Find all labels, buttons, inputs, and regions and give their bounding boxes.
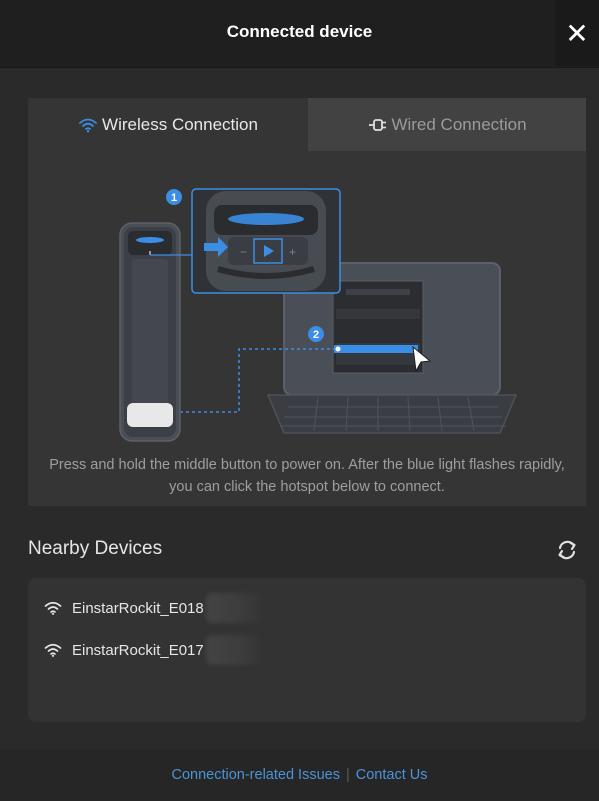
nearby-devices-title: Nearby Devices (28, 538, 163, 559)
dialog-title: Connected device (226, 22, 373, 41)
plug-icon (367, 118, 387, 132)
contact-us-link[interactable]: Contact Us (356, 767, 428, 783)
tab-wired-connection[interactable]: Wired Connection (308, 98, 586, 151)
connection-tabs: Wireless Connection Wired Connection (28, 98, 586, 151)
connection-hint: Press and hold the middle button to powe… (49, 457, 565, 495)
step-1-text: 1 (171, 192, 177, 204)
connected-device-dialog: Connected device ✕ Wireless Connection W… (0, 0, 599, 801)
svg-text:−: − (240, 245, 247, 259)
list-item[interactable]: EinstarRockit_E018 (28, 588, 586, 628)
list-item[interactable]: EinstarRockit_E017 (28, 630, 586, 670)
connection-illustration: 2 − + 1 (28, 151, 586, 451)
redacted-suffix (205, 593, 262, 623)
step-2-badge: 2 (308, 326, 324, 342)
device-name: EinstarRockit_E018 (72, 599, 204, 617)
wifi-icon (44, 601, 62, 615)
tab-wireless-label: Wireless Connection (102, 114, 258, 134)
scanner-device (119, 222, 181, 442)
nearby-device-list: EinstarRockit_E018 EinstarRockit_E017 (28, 578, 586, 722)
svg-text:+: + (289, 245, 296, 259)
wifi-icon (78, 117, 98, 133)
zoom-callout: − + (191, 188, 341, 294)
connection-issues-link[interactable]: Connection-related Issues (172, 767, 340, 783)
step-2-text: 2 (313, 329, 319, 341)
title-bar: Connected device ✕ (0, 0, 599, 68)
hotspot-bar (334, 345, 418, 353)
connection-guide-card: Wireless Connection Wired Connection 2 −… (28, 98, 586, 506)
footer-links: Connection-related Issues | Contact Us (0, 749, 599, 801)
tab-wireless-connection[interactable]: Wireless Connection (28, 98, 308, 151)
link-separator: | (345, 767, 350, 783)
refresh-icon[interactable] (555, 538, 579, 562)
redacted-suffix (205, 635, 262, 665)
step-1-badge: 1 (166, 189, 182, 205)
tab-wired-label: Wired Connection (391, 114, 527, 134)
close-button[interactable]: ✕ (555, 0, 599, 66)
device-name: EinstarRockit_E017 (72, 641, 204, 659)
wifi-icon (44, 643, 62, 657)
